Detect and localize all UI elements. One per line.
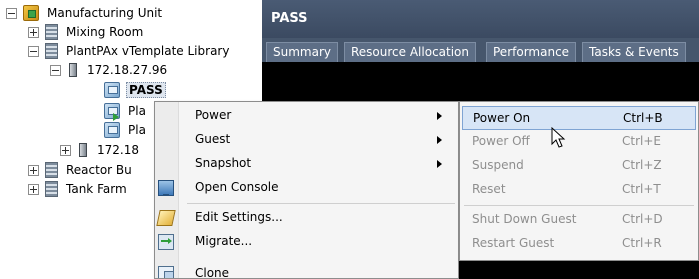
menu-item-label: Power On: [473, 111, 531, 125]
shortcut-label: Ctrl+B: [623, 111, 663, 125]
vm-icon: [104, 122, 120, 138]
menu-item-label: Shut Down Guest: [472, 212, 577, 226]
mouse-cursor-icon: [551, 127, 566, 148]
tree-item-label: 172.18: [97, 143, 139, 157]
tree-item-vm-2[interactable]: Pla: [104, 101, 148, 121]
edit-settings-icon: [156, 210, 176, 226]
submenu-arrow-icon: [437, 112, 442, 120]
tab-performance[interactable]: Performance: [486, 42, 577, 62]
clone-icon: [158, 266, 174, 278]
menu-item-label: Edit Settings...: [195, 210, 283, 224]
vm-powered-on-icon: [104, 103, 120, 121]
expand-icon[interactable]: [28, 164, 39, 176]
tree-item-label: 172.18.27.96: [87, 63, 168, 77]
power-submenu: Power On Ctrl+B Power Off Ctrl+E Suspend…: [459, 101, 699, 261]
menu-item-power[interactable]: Power: [155, 104, 458, 128]
shortcut-label: Ctrl+R: [622, 236, 662, 250]
shortcut-label: Ctrl+Z: [622, 158, 662, 172]
tab-summary[interactable]: Summary: [266, 42, 338, 62]
submenu-arrow-icon: [437, 136, 442, 144]
context-menu: Power Guest Snapshot Open Console Edit S…: [154, 101, 459, 279]
host-icon: [69, 63, 77, 77]
submenu-arrow-icon: [437, 160, 442, 168]
menu-item-suspend[interactable]: Suspend Ctrl+Z: [462, 154, 696, 178]
tree-item-pass-vm[interactable]: PASS: [104, 80, 166, 100]
expand-icon[interactable]: [60, 144, 71, 156]
tree-item-manufacturing-unit[interactable]: Manufacturing Unit: [6, 3, 164, 23]
tree-item-label: PASS: [126, 82, 166, 98]
tree-item-label: Pla: [128, 104, 146, 118]
shortcut-label: Ctrl+T: [622, 182, 661, 196]
menu-item-guest[interactable]: Guest: [155, 128, 458, 152]
menu-item-label: Suspend: [472, 158, 524, 172]
tree-item-label: Reactor Bu: [66, 163, 132, 177]
shortcut-label: Ctrl+D: [622, 212, 663, 226]
tree-item-label: Mixing Room: [66, 25, 144, 39]
menu-item-clone[interactable]: Clone: [155, 262, 458, 279]
collapse-icon[interactable]: [50, 64, 61, 76]
menu-separator: [464, 205, 694, 206]
menu-item-label: Power Off: [472, 134, 530, 148]
expand-icon[interactable]: [28, 183, 39, 195]
menu-item-label: Open Console: [195, 180, 279, 194]
building-icon: [45, 162, 58, 178]
menu-item-migrate[interactable]: Migrate...: [155, 230, 458, 254]
menu-item-label: Snapshot: [195, 156, 252, 170]
menu-item-label: Power: [195, 108, 232, 122]
tree-item-host-172-18-27-96[interactable]: 172.18.27.96: [50, 60, 169, 80]
host-icon: [79, 143, 87, 157]
menu-item-open-console[interactable]: Open Console: [155, 176, 458, 200]
tree-item-label: PlantPAx vTemplate Library: [66, 44, 230, 58]
menu-item-edit-settings[interactable]: Edit Settings...: [155, 206, 458, 230]
menu-separator: [187, 203, 455, 204]
expand-icon[interactable]: [28, 26, 39, 38]
building-icon: [45, 181, 58, 197]
tab-tasks-events[interactable]: Tasks & Events: [582, 42, 686, 62]
menu-item-label: Clone: [195, 266, 230, 279]
migrate-icon: [158, 234, 174, 250]
collapse-icon[interactable]: [6, 7, 17, 19]
tab-resource-allocation[interactable]: Resource Allocation: [344, 42, 477, 62]
console-icon: [158, 180, 174, 196]
vm-icon: [104, 82, 120, 98]
tree-item-vm-3[interactable]: Pla: [104, 120, 148, 140]
menu-item-label: Guest: [195, 132, 231, 146]
building-icon: [45, 43, 58, 59]
tree-item-mixing-room[interactable]: Mixing Room: [28, 22, 145, 42]
menu-item-label: Reset: [472, 182, 506, 196]
pane-header: PASS: [262, 0, 699, 38]
menu-item-label: Restart Guest: [472, 236, 555, 250]
building-icon: [45, 24, 58, 40]
shortcut-label: Ctrl+E: [622, 134, 661, 148]
menu-item-power-on[interactable]: Power On Ctrl+B: [462, 106, 696, 130]
menu-item-shut-down-guest[interactable]: Shut Down Guest Ctrl+D: [462, 208, 696, 232]
tree-item-label: Pla: [128, 123, 146, 137]
menu-item-reset[interactable]: Reset Ctrl+T: [462, 178, 696, 202]
tree-item-label: Tank Farm: [66, 182, 127, 196]
tree-item-plantpax-library[interactable]: PlantPAx vTemplate Library: [28, 41, 231, 61]
menu-item-restart-guest[interactable]: Restart Guest Ctrl+R: [462, 232, 696, 256]
menu-item-snapshot[interactable]: Snapshot: [155, 152, 458, 176]
tree-item-label: Manufacturing Unit: [47, 6, 163, 20]
business-unit-icon: [23, 5, 39, 21]
collapse-icon[interactable]: [28, 45, 39, 57]
menu-item-label: Migrate...: [195, 234, 253, 248]
tree-item-reactor-building[interactable]: Reactor Bu: [28, 160, 134, 180]
tree-item-tank-farm[interactable]: Tank Farm: [28, 179, 129, 199]
tab-bar: Summary Resource Allocation Performance …: [262, 38, 699, 62]
menu-item-power-off[interactable]: Power Off Ctrl+E: [462, 130, 696, 154]
page-title: PASS: [271, 11, 308, 26]
tree-item-host-172-18[interactable]: 172.18: [60, 140, 141, 160]
